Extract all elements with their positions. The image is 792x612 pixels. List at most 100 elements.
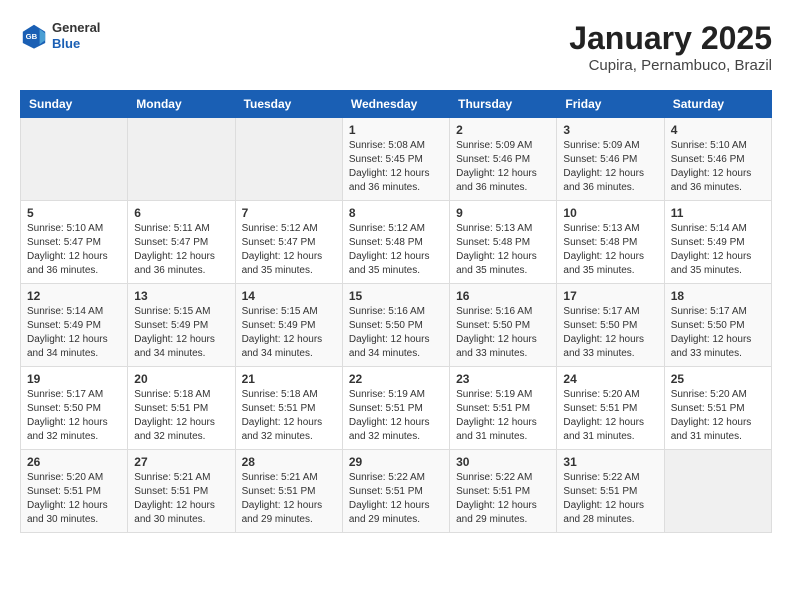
day-number: 2 [456, 123, 550, 137]
calendar-cell: 18Sunrise: 5:17 AM Sunset: 5:50 PM Dayli… [664, 284, 771, 367]
day-number: 30 [456, 455, 550, 469]
day-info: Sunrise: 5:12 AM Sunset: 5:48 PM Dayligh… [349, 222, 443, 278]
calendar-cell: 16 Sunrise: 5:16 AM Sunset: 5:50 PM Dayli… [450, 284, 557, 367]
calendar-cell: 15 Sunrise: 5:16 AM Sunset: 5:50 PM Dayli… [342, 284, 449, 367]
day-info: Sunrise: 5:10 AM Sunset: 5:47 PM Dayligh… [27, 222, 121, 278]
day-number: 24 [563, 372, 657, 386]
weekday-header-friday: Friday [557, 91, 664, 118]
calendar-cell: 27 Sunrise: 5:21 AM Sunset: 5:51 PM Dayli… [128, 450, 235, 533]
day-info: Sunrise: 5:17 AM Sunset: 5:50 PM Dayligh… [563, 305, 657, 361]
day-info: Sunrise: 5:19 AM Sunset: 5:51 PM Dayligh… [456, 388, 550, 444]
day-number: 14 [242, 289, 336, 303]
day-number: 28 [242, 455, 336, 469]
calendar-table: SundayMondayTuesdayWednesdayThursdayFrid… [20, 90, 772, 533]
day-info: Sunrise: 5:20 AM Sunset: 5:51 PM Dayligh… [27, 471, 121, 527]
calendar-week-row: 5 Sunrise: 5:10 AM Sunset: 5:47 PM Daylig… [21, 201, 772, 284]
calendar-cell: 11 Sunrise: 5:14 AM Sunset: 5:49 PM Dayli… [664, 201, 771, 284]
day-info: Sunrise: 5:21 AM Sunset: 5:51 PM Dayligh… [242, 471, 336, 527]
calendar-cell: 12 Sunrise: 5:14 AM Sunset: 5:49 PM Dayli… [21, 284, 128, 367]
weekday-header-tuesday: Tuesday [235, 91, 342, 118]
day-info: Sunrise: 5:11 AM Sunset: 5:47 PM Dayligh… [134, 222, 228, 278]
calendar-cell: 28 Sunrise: 5:21 AM Sunset: 5:51 PM Dayli… [235, 450, 342, 533]
day-info: Sunrise: 5:09 AM Sunset: 5:46 PM Dayligh… [456, 139, 550, 195]
day-info: Sunrise: 5:22 AM Sunset: 5:51 PM Dayligh… [456, 471, 550, 527]
day-number: 1 [349, 123, 443, 137]
day-number: 16 [456, 289, 550, 303]
calendar-cell: 23 Sunrise: 5:19 AM Sunset: 5:51 PM Dayli… [450, 367, 557, 450]
day-number: 3 [563, 123, 657, 137]
calendar-cell [128, 118, 235, 201]
day-info: Sunrise: 5:16 AM Sunset: 5:50 PM Dayligh… [349, 305, 443, 361]
day-info: Sunrise: 5:14 AM Sunset: 5:49 PM Dayligh… [27, 305, 121, 361]
day-number: 12 [27, 289, 121, 303]
calendar-week-row: 26 Sunrise: 5:20 AM Sunset: 5:51 PM Dayli… [21, 450, 772, 533]
day-number: 27 [134, 455, 228, 469]
page-header: GB General Blue January 2025 Cupira, Per… [20, 20, 772, 74]
day-number: 11 [671, 206, 765, 220]
day-info: Sunrise: 5:15 AM Sunset: 5:49 PM Dayligh… [134, 305, 228, 361]
day-info: Sunrise: 5:16 AM Sunset: 5:50 PM Dayligh… [456, 305, 550, 361]
calendar-week-row: 1 Sunrise: 5:08 AM Sunset: 5:45 PM Daylig… [21, 118, 772, 201]
day-number: 15 [349, 289, 443, 303]
calendar-cell: 2 Sunrise: 5:09 AM Sunset: 5:46 PM Daylig… [450, 118, 557, 201]
logo-general: General [52, 20, 100, 36]
day-info: Sunrise: 5:15 AM Sunset: 5:49 PM Dayligh… [242, 305, 336, 361]
day-number: 6 [134, 206, 228, 220]
calendar-cell: 10 Sunrise: 5:13 AM Sunset: 5:48 PM Dayli… [557, 201, 664, 284]
calendar-cell: 30 Sunrise: 5:22 AM Sunset: 5:51 PM Dayli… [450, 450, 557, 533]
day-number: 7 [242, 206, 336, 220]
day-info: Sunrise: 5:13 AM Sunset: 5:48 PM Dayligh… [456, 222, 550, 278]
weekday-header-saturday: Saturday [664, 91, 771, 118]
calendar-cell: 6 Sunrise: 5:11 AM Sunset: 5:47 PM Daylig… [128, 201, 235, 284]
calendar-cell [21, 118, 128, 201]
month-title: January 2025 [569, 20, 772, 57]
calendar-cell: 4 Sunrise: 5:10 AM Sunset: 5:46 PM Daylig… [664, 118, 771, 201]
day-info: Sunrise: 5:13 AM Sunset: 5:48 PM Dayligh… [563, 222, 657, 278]
day-info: Sunrise: 5:17 AM Sunset: 5:50 PM Dayligh… [27, 388, 121, 444]
weekday-header-sunday: Sunday [21, 91, 128, 118]
day-number: 31 [563, 455, 657, 469]
day-info: Sunrise: 5:18 AM Sunset: 5:51 PM Dayligh… [134, 388, 228, 444]
weekday-header-thursday: Thursday [450, 91, 557, 118]
day-number: 23 [456, 372, 550, 386]
day-number: 25 [671, 372, 765, 386]
calendar-cell: 5 Sunrise: 5:10 AM Sunset: 5:47 PM Daylig… [21, 201, 128, 284]
day-info: Sunrise: 5:19 AM Sunset: 5:51 PM Dayligh… [349, 388, 443, 444]
day-info: Sunrise: 5:08 AM Sunset: 5:45 PM Dayligh… [349, 139, 443, 195]
calendar-week-row: 19Sunrise: 5:17 AM Sunset: 5:50 PM Dayli… [21, 367, 772, 450]
day-number: 22 [349, 372, 443, 386]
calendar-cell: 1 Sunrise: 5:08 AM Sunset: 5:45 PM Daylig… [342, 118, 449, 201]
day-number: 20 [134, 372, 228, 386]
day-number: 26 [27, 455, 121, 469]
day-info: Sunrise: 5:20 AM Sunset: 5:51 PM Dayligh… [563, 388, 657, 444]
location: Cupira, Pernambuco, Brazil [569, 57, 772, 74]
calendar-cell: 19Sunrise: 5:17 AM Sunset: 5:50 PM Dayli… [21, 367, 128, 450]
day-number: 9 [456, 206, 550, 220]
calendar-week-row: 12 Sunrise: 5:14 AM Sunset: 5:49 PM Dayli… [21, 284, 772, 367]
calendar-cell: 31 Sunrise: 5:22 AM Sunset: 5:51 PM Dayli… [557, 450, 664, 533]
day-info: Sunrise: 5:20 AM Sunset: 5:51 PM Dayligh… [671, 388, 765, 444]
calendar-cell: 24 Sunrise: 5:20 AM Sunset: 5:51 PM Dayli… [557, 367, 664, 450]
calendar-cell: 14 Sunrise: 5:15 AM Sunset: 5:49 PM Dayli… [235, 284, 342, 367]
day-info: Sunrise: 5:09 AM Sunset: 5:46 PM Dayligh… [563, 139, 657, 195]
day-number: 8 [349, 206, 443, 220]
calendar-cell [235, 118, 342, 201]
logo-text: General Blue [52, 20, 100, 51]
day-number: 17 [563, 289, 657, 303]
day-number: 4 [671, 123, 765, 137]
day-number: 13 [134, 289, 228, 303]
day-number: 10 [563, 206, 657, 220]
calendar-cell: 17 Sunrise: 5:17 AM Sunset: 5:50 PM Dayli… [557, 284, 664, 367]
day-info: Sunrise: 5:22 AM Sunset: 5:51 PM Dayligh… [563, 471, 657, 527]
calendar-cell: 29Sunrise: 5:22 AM Sunset: 5:51 PM Dayli… [342, 450, 449, 533]
day-info: Sunrise: 5:21 AM Sunset: 5:51 PM Dayligh… [134, 471, 228, 527]
calendar-cell: 25 Sunrise: 5:20 AM Sunset: 5:51 PM Dayli… [664, 367, 771, 450]
calendar-cell: 9 Sunrise: 5:13 AM Sunset: 5:48 PM Daylig… [450, 201, 557, 284]
day-info: Sunrise: 5:10 AM Sunset: 5:46 PM Dayligh… [671, 139, 765, 195]
day-number: 5 [27, 206, 121, 220]
calendar-cell: 26 Sunrise: 5:20 AM Sunset: 5:51 PM Dayli… [21, 450, 128, 533]
day-info: Sunrise: 5:14 AM Sunset: 5:49 PM Dayligh… [671, 222, 765, 278]
weekday-header-wednesday: Wednesday [342, 91, 449, 118]
day-info: Sunrise: 5:22 AM Sunset: 5:51 PM Dayligh… [349, 471, 443, 527]
calendar-cell: 22 Sunrise: 5:19 AM Sunset: 5:51 PM Dayli… [342, 367, 449, 450]
